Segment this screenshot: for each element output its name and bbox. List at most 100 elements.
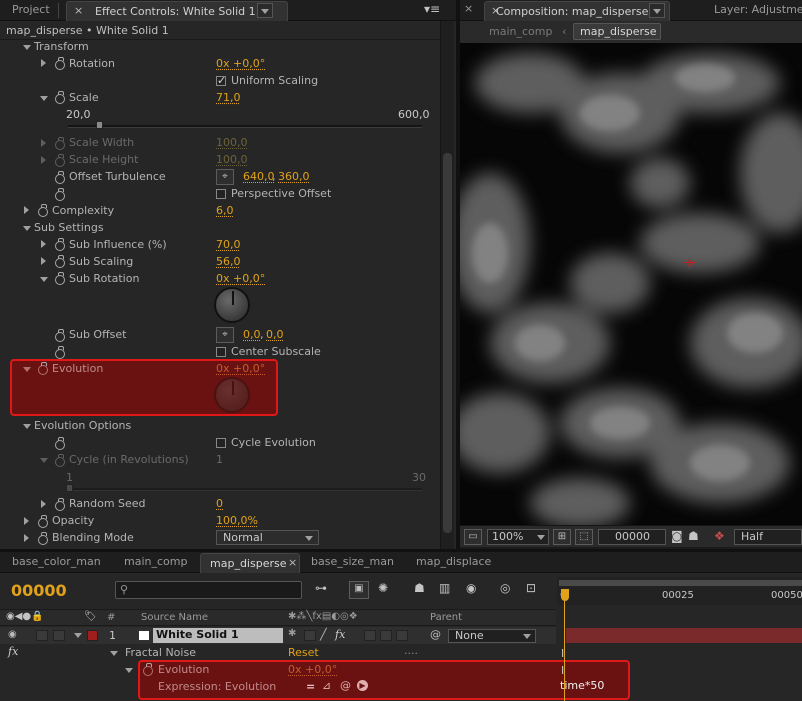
sub-offset-y[interactable]: 0,0 <box>266 328 284 341</box>
scale-width-twirl[interactable] <box>41 139 46 147</box>
crosshair-icon[interactable]: ⌖ <box>216 327 234 343</box>
draft-3d-icon[interactable]: ▣ <box>349 581 369 599</box>
opacity-twirl[interactable] <box>24 517 29 525</box>
stopwatch-icon[interactable] <box>55 255 65 268</box>
stopwatch-icon[interactable] <box>38 204 48 217</box>
stopwatch-icon[interactable] <box>38 515 48 528</box>
scale-height-value[interactable]: 100,0 <box>216 153 248 166</box>
subtab-main-comp[interactable]: main_comp <box>489 25 552 38</box>
label-color-swatch[interactable] <box>87 630 98 641</box>
evolution-timeline-value[interactable]: 0x +0,0° <box>288 663 337 676</box>
stopwatch-icon[interactable] <box>55 346 65 359</box>
stopwatch-icon[interactable] <box>55 57 65 70</box>
panel-menu-icon[interactable]: ▾≡ <box>424 2 440 16</box>
expression-language-menu-icon[interactable]: ▶ <box>357 680 368 691</box>
tab-layer[interactable]: Layer: Adjustmen <box>706 0 802 20</box>
show-snapshot-icon[interactable]: ☗ <box>688 529 699 543</box>
crosshair-icon[interactable]: ⌖ <box>216 169 234 185</box>
parent-select[interactable]: None <box>448 629 536 643</box>
display-icon[interactable]: ▭ <box>464 529 482 545</box>
center-subscale-checkbox[interactable] <box>216 347 226 357</box>
timeline-tab-map-displace[interactable]: map_displace <box>408 552 499 572</box>
perspective-offset-checkbox[interactable] <box>216 189 226 199</box>
rotation-twirl[interactable] <box>41 59 46 67</box>
timeline-tab-map-disperse[interactable]: map_disperse × <box>200 553 300 573</box>
switch-box[interactable] <box>396 630 408 641</box>
mask-icon[interactable]: ⬚ <box>575 529 593 545</box>
offset-turbulence-x[interactable]: 640,0 <box>243 170 275 183</box>
stopwatch-icon[interactable] <box>55 272 65 285</box>
cycle-twirl[interactable] <box>40 458 48 463</box>
sub-offset-x[interactable]: 0,0 <box>243 328 261 341</box>
evolution-options-twirl[interactable] <box>23 424 31 429</box>
sub-scaling-twirl[interactable] <box>41 257 46 265</box>
subtab-map-disperse[interactable]: map_disperse <box>573 23 661 40</box>
layer-duration-bar[interactable] <box>566 628 802 643</box>
stopwatch-icon[interactable] <box>55 154 65 167</box>
stopwatch-icon[interactable] <box>55 498 65 511</box>
stopwatch-icon[interactable] <box>55 437 65 450</box>
sub-influence-value[interactable]: 70,0 <box>216 238 241 251</box>
evolution-value[interactable]: 0x +0,0° <box>216 362 265 375</box>
graph-editor-icon[interactable]: ◎ <box>500 581 510 595</box>
cycle-revolutions-value[interactable]: 1 <box>216 453 223 466</box>
opacity-value[interactable]: 100,0% <box>216 514 258 527</box>
evolution-dial[interactable] <box>214 377 250 413</box>
timeline-tab-base-size-man[interactable]: base_size_man <box>303 552 402 572</box>
stopwatch-icon[interactable] <box>55 454 65 467</box>
effect-reset[interactable]: Reset <box>288 646 319 659</box>
cycle-evolution-checkbox[interactable] <box>216 438 226 448</box>
stopwatch-icon[interactable] <box>38 532 48 545</box>
stopwatch-icon[interactable] <box>55 91 65 104</box>
expression-graph-icon[interactable]: ⊿ <box>322 679 331 692</box>
solo-box[interactable] <box>36 630 48 641</box>
effect-controls-scrollbar[interactable] <box>440 21 454 549</box>
motion-blur-icon[interactable]: ▥ <box>439 581 450 595</box>
stopwatch-icon[interactable] <box>38 362 48 375</box>
uniform-scaling-checkbox[interactable] <box>216 74 226 87</box>
blending-mode-select[interactable]: Normal <box>216 530 319 545</box>
pencil-icon[interactable]: ╱ <box>320 628 327 641</box>
layer-twirl[interactable] <box>74 633 82 638</box>
layer-name-field[interactable]: White Solid 1 <box>153 628 283 643</box>
blending-mode-twirl[interactable] <box>24 534 29 542</box>
tab-project[interactable]: Project <box>4 0 58 20</box>
work-area-bar[interactable] <box>559 580 802 586</box>
chevron-down-icon[interactable] <box>257 3 273 18</box>
brainstorm-icon[interactable]: ◉ <box>466 581 476 595</box>
scale-width-value[interactable]: 100,0 <box>216 136 248 149</box>
evolution-twirl[interactable] <box>23 367 31 372</box>
sub-settings-twirl[interactable] <box>23 226 31 231</box>
sub-influence-twirl[interactable] <box>41 240 46 248</box>
close-icon[interactable]: × <box>464 2 473 15</box>
render-icon[interactable]: ⊡ <box>526 581 536 595</box>
stopwatch-icon[interactable] <box>55 171 65 184</box>
switch-box[interactable] <box>380 630 392 641</box>
zoom-select[interactable]: 100% <box>487 529 549 545</box>
current-time-indicator[interactable] <box>561 589 569 601</box>
complexity-twirl[interactable] <box>24 206 29 214</box>
camera-icon[interactable]: ◙ <box>671 529 683 543</box>
close-icon[interactable]: × <box>74 4 83 17</box>
safe-zones-icon[interactable]: ⊞ <box>553 529 571 545</box>
lock-box[interactable] <box>53 630 65 641</box>
color-channels-icon[interactable]: ❖ <box>714 529 725 543</box>
tab-composition[interactable]: × Composition: map_disperse <box>484 1 670 21</box>
scrollbar-thumb[interactable] <box>443 153 452 533</box>
stopwatch-icon[interactable] <box>55 188 65 201</box>
cycle-slider-track[interactable] <box>68 488 422 491</box>
close-icon[interactable]: × <box>288 556 297 569</box>
rotation-value[interactable]: 0x +0,0° <box>216 57 265 70</box>
stopwatch-icon[interactable] <box>143 663 153 676</box>
random-seed-value[interactable]: 0 <box>216 497 223 510</box>
scale-value[interactable]: 71,0 <box>216 91 241 104</box>
comp-mini-flowchart-icon[interactable]: ⊶ <box>315 581 327 595</box>
stopwatch-icon[interactable] <box>55 137 65 150</box>
time-ruler[interactable]: 0 00025 00050 <box>557 577 802 605</box>
transform-twirl[interactable] <box>23 45 31 50</box>
composition-viewer[interactable] <box>460 43 802 525</box>
table-row[interactable]: ◉ 1 White Solid 1 ✱ ╱ fx @ None <box>0 627 556 644</box>
sub-rotation-twirl[interactable] <box>40 277 48 282</box>
switch-box[interactable] <box>304 630 316 641</box>
cycle-slider-thumb[interactable] <box>66 484 73 492</box>
